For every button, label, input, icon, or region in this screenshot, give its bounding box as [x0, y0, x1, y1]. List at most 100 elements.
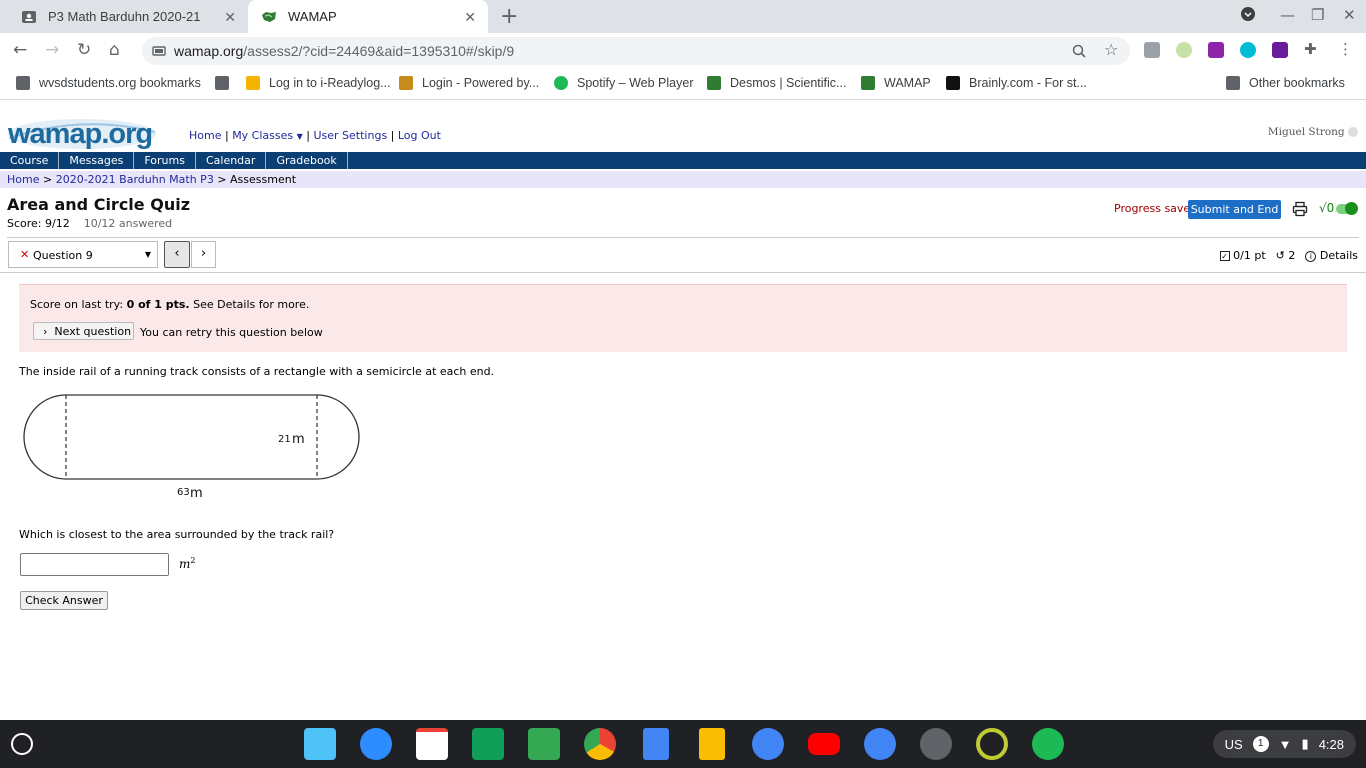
extension-icon[interactable]	[1240, 42, 1256, 58]
site-info-icon[interactable]	[152, 44, 166, 58]
wamap-icon	[861, 76, 875, 90]
bookmark-brainly[interactable]: Brainly.com - For st...	[946, 76, 1087, 90]
tab-search-icon[interactable]	[1240, 6, 1256, 26]
details-button[interactable]: i Details	[1305, 249, 1358, 262]
previous-question-button[interactable]: ‹	[164, 241, 190, 268]
bookmark-folder[interactable]: wvsdstudents.org bookmarks	[16, 76, 201, 90]
home-icon[interactable]: ⌂	[109, 40, 120, 60]
forward-icon[interactable]: →	[45, 40, 59, 60]
question-select[interactable]: ✕ Question 9 ▼	[8, 241, 158, 268]
bookmark-wamap[interactable]: WAMAP	[861, 76, 931, 90]
feedback-alert: Score on last try: 0 of 1 pts. See Detai…	[19, 284, 1347, 352]
nav-home-link[interactable]: Home	[189, 129, 221, 142]
notification-badge: 1	[1252, 736, 1269, 752]
screencastify-app-icon[interactable]	[976, 728, 1008, 760]
restore-icon[interactable]: ❐	[1311, 6, 1324, 24]
wamap-logo[interactable]: wamap.org	[7, 110, 157, 150]
zoom-app-icon[interactable]	[360, 728, 392, 760]
breadcrumb-home[interactable]: Home	[7, 173, 39, 186]
folder-icon	[1226, 76, 1240, 90]
progress-saved-status: Progress saved	[1114, 202, 1198, 215]
track-diagram: 21 m 63 m	[23, 394, 360, 501]
status-tray[interactable]: US 1 ▼ ▮ 4:28	[1212, 730, 1356, 758]
minimize-icon[interactable]: —	[1280, 6, 1295, 24]
nav-logout-link[interactable]: Log Out	[398, 129, 441, 142]
bookmark-folder[interactable]	[215, 76, 238, 90]
nav-my-classes-link[interactable]: My Classes ▼	[232, 129, 303, 142]
bookmark-spotify[interactable]: Spotify – Web Player	[554, 76, 694, 90]
score-text: Score: 9/12	[7, 217, 70, 230]
nav-user-settings-link[interactable]: User Settings	[313, 129, 387, 142]
docs-app-icon[interactable]	[643, 728, 669, 760]
chevron-right-icon: ›	[43, 325, 48, 338]
puzzle-icon[interactable]: ✚	[1304, 40, 1317, 58]
tab-classroom[interactable]: P3 Math Barduhn 2020-21 ✕	[8, 0, 248, 33]
camera-app-icon[interactable]	[920, 728, 952, 760]
last-try-score: Score on last try: 0 of 1 pts. See Detai…	[30, 298, 309, 311]
submit-and-end-button[interactable]: Submit and End	[1188, 200, 1281, 219]
desmos-icon	[707, 76, 721, 90]
calculator-app-icon[interactable]	[528, 728, 560, 760]
new-tab-icon[interactable]: +	[500, 4, 518, 29]
close-tab-icon[interactable]: ✕	[464, 9, 476, 26]
bookmark-star-icon[interactable]: ☆	[1104, 40, 1118, 59]
bookmark-label: Log in to i-Readylog...	[269, 76, 391, 90]
locale-indicator: US	[1224, 736, 1243, 752]
close-window-icon[interactable]: ✕	[1343, 6, 1356, 24]
chevron-left-icon: ‹	[174, 246, 180, 261]
breadcrumb-separator: >	[217, 173, 231, 186]
checkbox-icon: ✓	[1219, 251, 1230, 261]
youtube-app-icon[interactable]	[808, 733, 840, 755]
gmail-app-icon[interactable]	[416, 728, 448, 760]
page-content: wamap.org Home | My Classes ▼ | User Set…	[0, 102, 1366, 720]
user-name: Miguel Strong	[1268, 126, 1358, 138]
bookmark-desmos[interactable]: Desmos | Scientific...	[707, 76, 846, 90]
menu-icon[interactable]: ⋮	[1338, 40, 1353, 58]
other-bookmarks[interactable]: Other bookmarks	[1226, 76, 1345, 90]
battery-icon: ▮	[1301, 736, 1309, 751]
nav-course[interactable]: Course	[0, 152, 60, 169]
bookmark-iready[interactable]: Log in to i-Readylog...	[246, 76, 391, 90]
keep-app-icon[interactable]	[304, 728, 336, 760]
nav-calendar[interactable]: Calendar	[196, 152, 267, 169]
score-suffix: See Details for more.	[189, 298, 310, 311]
back-icon[interactable]: ←	[13, 40, 27, 60]
address-bar[interactable]: wamap.org/assess2/?cid=24469&aid=1395310…	[142, 37, 1130, 65]
nav-messages[interactable]: Messages	[59, 152, 135, 169]
settings-app-icon[interactable]	[752, 728, 784, 760]
retry-icon: ↺	[1275, 249, 1285, 262]
breadcrumb-course[interactable]: 2020-2021 Barduhn Math P3	[56, 173, 214, 186]
classroom-app-icon[interactable]	[472, 728, 504, 760]
bookmark-login[interactable]: Login - Powered by...	[399, 76, 539, 90]
launcher-icon[interactable]	[11, 733, 33, 755]
folder-icon	[16, 76, 30, 90]
extension-icon[interactable]	[1176, 42, 1192, 58]
extension-icon[interactable]	[1144, 42, 1160, 58]
slides-app-icon[interactable]	[699, 728, 725, 760]
check-answer-button[interactable]: Check Answer	[20, 591, 108, 610]
reload-icon[interactable]: ↻	[77, 40, 91, 60]
answer-input[interactable]	[20, 553, 169, 576]
spotify-app-icon[interactable]	[1032, 728, 1064, 760]
url-text[interactable]: wamap.org/assess2/?cid=24469&aid=1395310…	[174, 43, 514, 59]
files-app-icon[interactable]	[864, 728, 896, 760]
tab-wamap[interactable]: WAMAP ✕	[248, 0, 488, 33]
close-tab-icon[interactable]: ✕	[224, 9, 236, 26]
toggle-knob	[1345, 201, 1359, 215]
caret-down-icon: ▼	[144, 250, 151, 259]
extension-icon[interactable]	[1208, 42, 1224, 58]
nav-gradebook[interactable]: Gradebook	[266, 152, 348, 169]
bookmark-label: Login - Powered by...	[422, 76, 540, 90]
question-text: The inside rail of a running track consi…	[19, 365, 495, 378]
math-entry-toggle[interactable]: √0	[1319, 201, 1359, 215]
next-question-arrow-button[interactable]: ›	[191, 241, 216, 268]
retries-count: 2	[1288, 249, 1296, 262]
chrome-app-icon[interactable]	[584, 728, 616, 760]
nav-forums[interactable]: Forums	[134, 152, 196, 169]
svg-text:wamap.org: wamap.org	[7, 118, 152, 150]
print-icon[interactable]	[1292, 201, 1308, 217]
zoom-icon[interactable]	[1072, 44, 1086, 58]
pdf-extension-icon[interactable]	[1272, 42, 1288, 58]
next-question-button[interactable]: › Next question	[33, 322, 134, 340]
score-line: Score: 9/12 10/12 answered	[7, 217, 172, 230]
